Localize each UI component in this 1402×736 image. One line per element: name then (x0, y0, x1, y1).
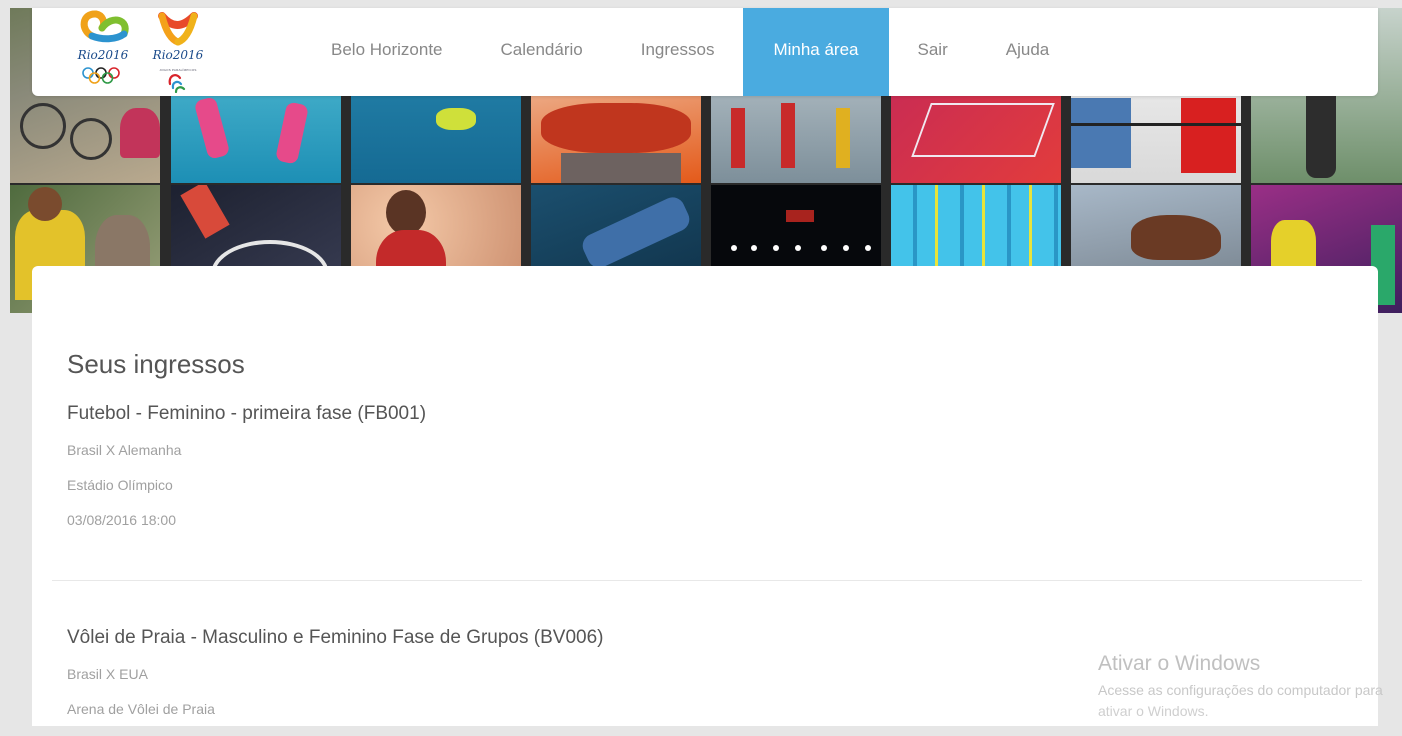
ticket-divider (52, 580, 1362, 581)
nav-ajuda[interactable]: Ajuda (977, 8, 1078, 96)
rio2016-paralympic-logo[interactable]: Rio2016 JOGOS PARALÍMPICOS (146, 8, 210, 94)
nav-sair[interactable]: Sair (889, 8, 977, 96)
watermark-title: Ativar o Windows (1098, 652, 1261, 675)
nav-minha-area[interactable]: Minha área (743, 8, 889, 96)
ticket-item: Vôlei de Praia - Masculino e Feminino Fa… (67, 627, 603, 736)
ticket-title: Futebol - Feminino - primeira fase (FB00… (67, 403, 427, 424)
paralympic-logo-wordmark: Rio2016 (152, 48, 204, 62)
ticket-venue: Estádio Olímpico (67, 477, 173, 493)
rio2016-olympic-logo[interactable]: Rio2016 (72, 8, 134, 93)
ticket-venue: Arena de Vôlei de Praia (67, 701, 215, 717)
ticket-match: Brasil X Alemanha (67, 442, 182, 458)
watermark-subtitle: Acesse as configurações do computador pa… (1098, 682, 1383, 698)
ticket-title: Vôlei de Praia - Masculino e Feminino Fa… (67, 627, 604, 648)
nav-ingressos[interactable]: Ingressos (612, 8, 744, 96)
paralympic-logo-subtext: JOGOS PARALÍMPICOS (159, 68, 197, 72)
main-nav: Belo Horizonte Calendário Ingressos Minh… (302, 8, 1078, 96)
nav-calendario[interactable]: Calendário (472, 8, 612, 96)
windows-activation-watermark: Ativar o Windows Acesse as configurações… (1098, 652, 1402, 719)
page-title: Seus ingressos (67, 349, 245, 379)
ticket-item: Futebol - Feminino - primeira fase (FB00… (67, 403, 426, 547)
ticket-datetime: 03/08/2016 18:00 (67, 512, 176, 528)
nav-belo-horizonte[interactable]: Belo Horizonte (302, 8, 472, 96)
ticket-match: Brasil X EUA (67, 666, 148, 682)
top-navigation-bar: Rio2016 Rio2016 JOGOS PARALÍMPICOS Belo … (32, 8, 1378, 96)
olympic-logo-wordmark: Rio2016 (77, 48, 129, 62)
